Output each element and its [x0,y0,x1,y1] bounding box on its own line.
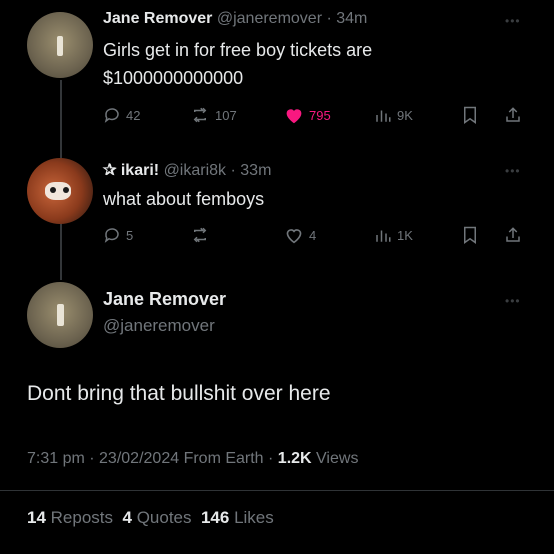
reposts-label: Reposts [50,508,114,527]
reply-icon [104,108,119,123]
tweet-text-line: Girls get in for free boy tickets are [103,40,373,60]
views-button[interactable]: 9K [374,106,413,124]
handle[interactable]: @ikari8k [164,162,226,179]
display-name-text: ikari! [120,162,160,179]
avatar[interactable] [27,158,93,224]
display-name[interactable]: Jane Remover [103,289,226,310]
like-button[interactable]: 795 [284,106,331,124]
display-name[interactable]: Jane Remover [103,10,212,27]
share-icon [506,227,520,242]
timestamp[interactable]: 34m [336,10,367,27]
quotes-label: Quotes [136,508,192,527]
repost-button[interactable] [190,226,215,244]
likes-stat[interactable]: 146 Likes [201,508,274,527]
avatar[interactable] [27,12,93,78]
tweet-actions: 42 107 795 9K [0,104,554,128]
tweet-ikari[interactable]: ✰ ikari! @ikari8k · 33m ••• what about f… [0,140,554,270]
more-icon[interactable]: ••• [505,14,521,28]
tweet-text: what about femboys [103,189,265,209]
bookmark-icon [464,226,476,244]
handle[interactable]: @janeremover [103,316,215,336]
quotes-count: 4 [122,508,132,527]
handle[interactable]: @janeremover [217,10,322,27]
display-name[interactable]: ✰ ikari! [103,162,159,179]
avatar[interactable] [27,282,93,348]
reply-button[interactable]: 42 [103,106,140,124]
main-tweet: Jane Remover @janeremover ••• Dont bring… [0,270,554,554]
post-date[interactable]: 23/02/2024 [99,450,179,467]
reply-button[interactable]: 5 [103,226,133,244]
post-source: From Earth [183,450,264,467]
views-count: 1K [397,227,413,243]
post-time[interactable]: 7:31 pm [27,450,85,467]
tweet-actions: 5 4 1K [0,224,554,248]
star-icon: ✰ [103,162,117,179]
reply-count: 5 [126,227,134,243]
bookmark-button[interactable] [462,226,478,244]
share-icon [506,107,520,122]
more-icon[interactable]: ••• [505,164,521,178]
share-button[interactable] [504,225,522,245]
reply-icon [104,228,119,243]
views-count: 1.2K [277,450,312,467]
quotes-stat[interactable]: 4 Quotes [122,508,191,527]
tweet-jane-remover[interactable]: Jane Remover @janeremover · 34m ••• Girl… [0,0,554,140]
tweet-header: ✰ ikari! @ikari8k · 33m [103,162,272,179]
bookmark-icon [464,106,476,124]
bookmark-button[interactable] [462,106,478,124]
views-icon [376,110,391,122]
engagement-stats: 14 Reposts 4 Quotes 146 Likes [27,508,274,528]
views-count: 9K [397,107,413,123]
likes-count: 146 [200,508,230,527]
share-button[interactable] [504,105,522,125]
repost-icon [193,227,207,243]
tweet-text: Dont bring that bullshit over here [27,382,331,405]
views-label: Views [316,450,359,467]
like-count: 4 [309,227,317,243]
divider [0,490,554,491]
repost-icon [193,107,207,123]
views-icon [376,230,391,242]
tweet-header: Jane Remover @janeremover · 34m [103,10,368,27]
reply-count: 42 [126,107,141,123]
like-button[interactable]: 4 [284,226,316,244]
likes-label: Likes [234,508,274,527]
timestamp[interactable]: 33m [240,162,271,179]
reposts-count: 14 [27,508,46,527]
repost-button[interactable]: 107 [190,106,237,124]
heart-icon [286,229,302,244]
tweet-text-line: $1000000000000 [103,68,244,88]
heart-icon [286,109,302,124]
reposts-stat[interactable]: 14 Reposts [27,508,113,527]
repost-count: 107 [215,107,237,123]
views-button[interactable]: 1K [374,226,413,244]
more-icon[interactable]: ••• [505,294,521,308]
like-count: 795 [309,107,331,123]
tweet-text: Girls get in for free boy tickets are $1… [103,36,372,92]
tweet-meta: 7:31 pm · 23/02/2024 From Earth · 1.2K V… [27,450,359,467]
